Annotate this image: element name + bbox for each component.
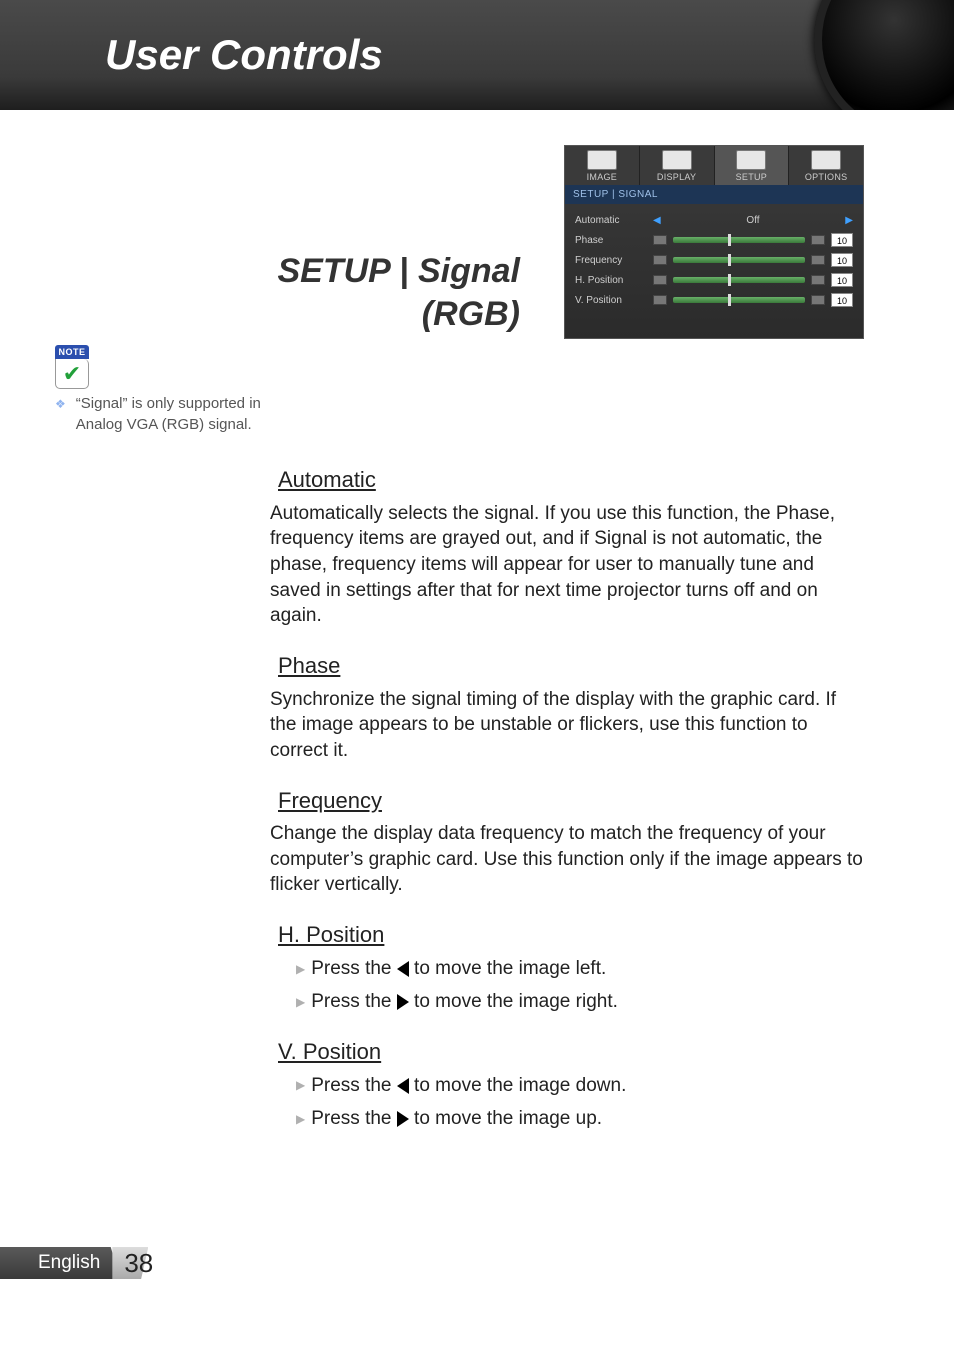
osd-tab-display[interactable]: DISPLAY <box>640 146 715 185</box>
note-badge: NOTE ✔ <box>55 345 89 389</box>
note-text: “Signal” is only supported in Analog VGA… <box>76 393 265 435</box>
osd-value: Off <box>667 215 840 226</box>
osd-tabs: IMAGE DISPLAY SETUP OPTIONS <box>565 146 863 185</box>
list-item: ▶ Press the to move the image right. <box>296 989 864 1015</box>
osd-tab-label: OPTIONS <box>805 172 848 182</box>
image-icon <box>587 150 617 170</box>
slider[interactable] <box>673 257 805 263</box>
hpos-icon <box>653 275 667 285</box>
hposition-list: ▶ Press the to move the image left. ▶ Pr… <box>296 956 864 1015</box>
para-phase: Synchronize the signal timing of the dis… <box>270 687 864 764</box>
osd-row-frequency[interactable]: Frequency 10 <box>575 250 853 270</box>
language-tab: English <box>0 1247 120 1279</box>
subhead-vposition: V. Position <box>262 1037 864 1067</box>
note-block: NOTE ✔ ❖ “Signal” is only supported in A… <box>55 345 265 435</box>
list-item: ▶ Press the to move the image down. <box>296 1073 864 1099</box>
header-band: User Controls <box>0 0 954 110</box>
osd-value: 10 <box>831 293 853 307</box>
para-automatic: Automatically selects the signal. If you… <box>270 501 864 629</box>
list-text: Press the to move the image left. <box>311 956 606 982</box>
osd-value: 10 <box>831 273 853 287</box>
osd-row-vposition[interactable]: V. Position 10 <box>575 290 853 310</box>
osd-tab-label: SETUP <box>736 172 768 182</box>
osd-menu: IMAGE DISPLAY SETUP OPTIONS SETUP | SIGN… <box>564 145 864 339</box>
phase-icon <box>653 235 667 245</box>
lens-decoration <box>814 0 954 110</box>
para-frequency: Change the display data frequency to mat… <box>270 821 864 898</box>
display-icon <box>662 150 692 170</box>
setup-icon <box>736 150 766 170</box>
hpos-icon <box>811 275 825 285</box>
osd-tab-setup[interactable]: SETUP <box>715 146 790 185</box>
subhead-frequency: Frequency <box>262 786 864 816</box>
triangle-bullet-icon: ▶ <box>296 961 305 977</box>
checkmark-icon: ✔ <box>55 359 89 389</box>
footer: English 38 <box>0 1247 153 1279</box>
options-icon <box>811 150 841 170</box>
osd-tab-image[interactable]: IMAGE <box>565 146 640 185</box>
osd-tab-label: IMAGE <box>587 172 618 182</box>
right-arrow-icon <box>397 994 409 1010</box>
osd-row-automatic[interactable]: Automatic ◀ Off ▶ <box>575 210 853 230</box>
left-arrow-icon <box>397 1078 409 1094</box>
triangle-bullet-icon: ▶ <box>296 1111 305 1127</box>
osd-label: Automatic <box>575 215 653 226</box>
vposition-list: ▶ Press the to move the image down. ▶ Pr… <box>296 1073 864 1132</box>
osd-tab-options[interactable]: OPTIONS <box>789 146 863 185</box>
vpos-icon <box>653 295 667 305</box>
osd-row-phase[interactable]: Phase 10 <box>575 230 853 250</box>
subhead-phase: Phase <box>262 651 864 681</box>
phase-icon <box>811 235 825 245</box>
slider[interactable] <box>673 297 805 303</box>
list-text: Press the to move the image up. <box>311 1106 602 1132</box>
page-number: 38 <box>124 1248 153 1279</box>
osd-label: Frequency <box>575 255 653 266</box>
osd-value: 10 <box>831 253 853 267</box>
osd-breadcrumb: SETUP | SIGNAL <box>565 185 863 204</box>
subhead-hposition: H. Position <box>262 920 864 950</box>
content-body: Automatic Automatically selects the sign… <box>270 465 864 1132</box>
osd-tab-label: DISPLAY <box>657 172 696 182</box>
arrow-right-icon[interactable]: ▶ <box>845 215 853 226</box>
frequency-icon <box>811 255 825 265</box>
osd-label: H. Position <box>575 275 653 286</box>
right-arrow-icon <box>397 1111 409 1127</box>
left-arrow-icon <box>397 961 409 977</box>
slider[interactable] <box>673 277 805 283</box>
note-badge-label: NOTE <box>55 345 89 359</box>
frequency-icon <box>653 255 667 265</box>
triangle-bullet-icon: ▶ <box>296 994 305 1010</box>
list-item: ▶ Press the to move the image up. <box>296 1106 864 1132</box>
vpos-icon <box>811 295 825 305</box>
osd-value: 10 <box>831 233 853 247</box>
list-text: Press the to move the image right. <box>311 989 618 1015</box>
osd-row-hposition[interactable]: H. Position 10 <box>575 270 853 290</box>
slider[interactable] <box>673 237 805 243</box>
section-title: SETUP | Signal (RGB) <box>150 250 520 335</box>
subhead-automatic: Automatic <box>262 465 864 495</box>
section-title-line2: (RGB) <box>422 295 520 333</box>
list-text: Press the to move the image down. <box>311 1073 626 1099</box>
list-item: ▶ Press the to move the image left. <box>296 956 864 982</box>
osd-body: Automatic ◀ Off ▶ Phase 10 Frequency 10 <box>565 204 863 338</box>
section-title-line1: SETUP | Signal <box>277 252 520 290</box>
osd-label: Phase <box>575 235 653 246</box>
arrow-left-icon[interactable]: ◀ <box>653 215 661 226</box>
osd-label: V. Position <box>575 295 653 306</box>
page-chapter-title: User Controls <box>105 31 383 79</box>
triangle-bullet-icon: ▶ <box>296 1077 305 1093</box>
diamond-bullet-icon: ❖ <box>55 393 66 435</box>
